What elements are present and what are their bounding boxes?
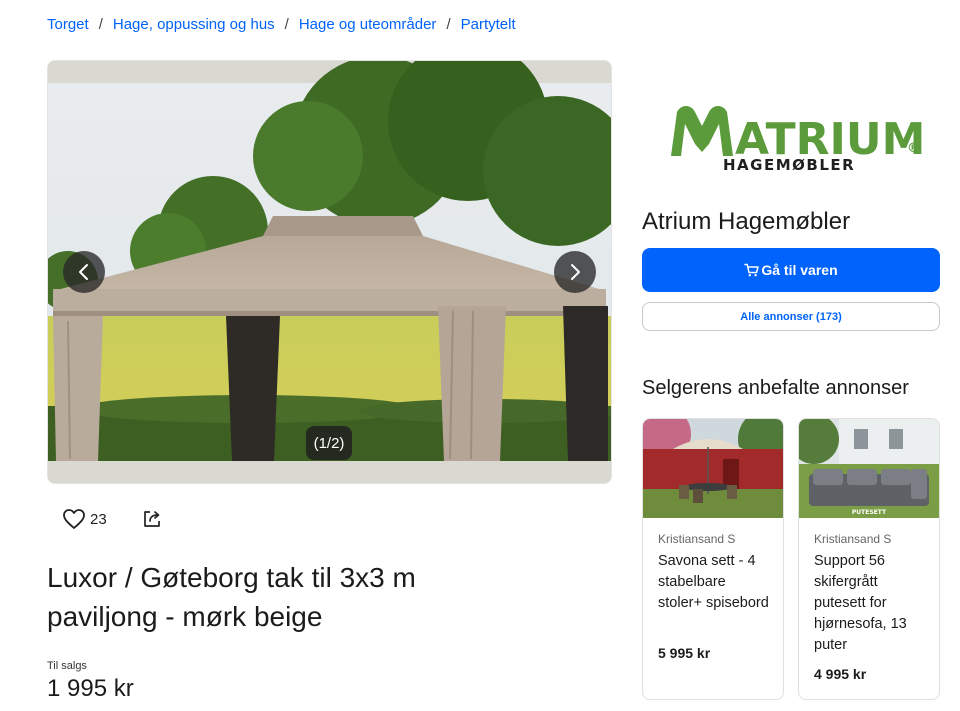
go-to-product-button[interactable]: Gå til varen (642, 248, 940, 292)
chevron-right-icon (571, 264, 580, 280)
logo-subtitle: HAGEMØBLER (723, 156, 855, 174)
gallery-next-button[interactable] (554, 251, 596, 293)
breadcrumb-separator: / (284, 16, 289, 33)
all-ads-button[interactable]: Alle annonser (173) (642, 302, 940, 331)
breadcrumb: Torget / Hage, oppussing og hus / Hage o… (47, 16, 516, 33)
all-ads-label: Alle annonser (173) (740, 310, 842, 323)
card-title: Savona sett - 4 stabelbare stoler+ spise… (658, 553, 769, 611)
atrium-logo[interactable]: ATRIUM ® HAGEMØBLER (665, 98, 925, 176)
card-price: 4 995 kr (814, 666, 867, 682)
recommended-heading: Selgerens anbefalte annonser (642, 377, 909, 399)
logo-mark: ® (907, 141, 920, 156)
breadcrumb-separator: / (98, 16, 103, 33)
card-image (643, 419, 783, 518)
breadcrumb-hage-uteomrader[interactable]: Hage og uteområder (299, 16, 437, 33)
recommended-card[interactable]: Kristiansand S Savona sett - 4 stabelbar… (642, 418, 784, 700)
cart-icon (744, 263, 760, 277)
image-gallery[interactable]: (1/2) (47, 60, 612, 484)
heart-icon (63, 509, 85, 529)
card-price: 5 995 kr (658, 645, 711, 661)
image-counter: (1/2) (306, 426, 352, 460)
listing-title: Luxor / Gøteborg tak til 3x3 m paviljong… (47, 562, 416, 632)
card-image: PUTESETT (799, 419, 939, 518)
share-icon (143, 511, 160, 527)
chevron-left-icon (79, 264, 88, 280)
listing-price: 1 995 kr (47, 675, 134, 702)
favorite-button[interactable]: 23 (62, 508, 107, 530)
breadcrumb-partytelt[interactable]: Partytelt (461, 16, 516, 33)
price-label: Til salgs (47, 660, 87, 672)
card-location: Kristiansand S (814, 532, 892, 546)
listing-actions: 23 (62, 508, 163, 530)
share-button[interactable] (141, 508, 163, 530)
go-to-product-label: Gå til varen (761, 262, 838, 278)
seller-name: Atrium Hagemøbler (642, 208, 851, 235)
gallery-prev-button[interactable] (63, 251, 105, 293)
favorite-count: 23 (90, 510, 107, 528)
recommended-card[interactable]: PUTESETT Kristiansand S Support 56 skife… (798, 418, 940, 700)
breadcrumb-torget[interactable]: Torget (47, 16, 89, 33)
breadcrumb-hage-oppussing-hus[interactable]: Hage, oppussing og hus (113, 16, 275, 33)
card-image-label: PUTESETT (852, 509, 887, 516)
card-location: Kristiansand S (658, 532, 736, 546)
breadcrumb-separator: / (446, 16, 451, 33)
card-title: Support 56 skifergrått putesett for hjør… (814, 553, 907, 653)
gazebo-photo (48, 61, 611, 483)
